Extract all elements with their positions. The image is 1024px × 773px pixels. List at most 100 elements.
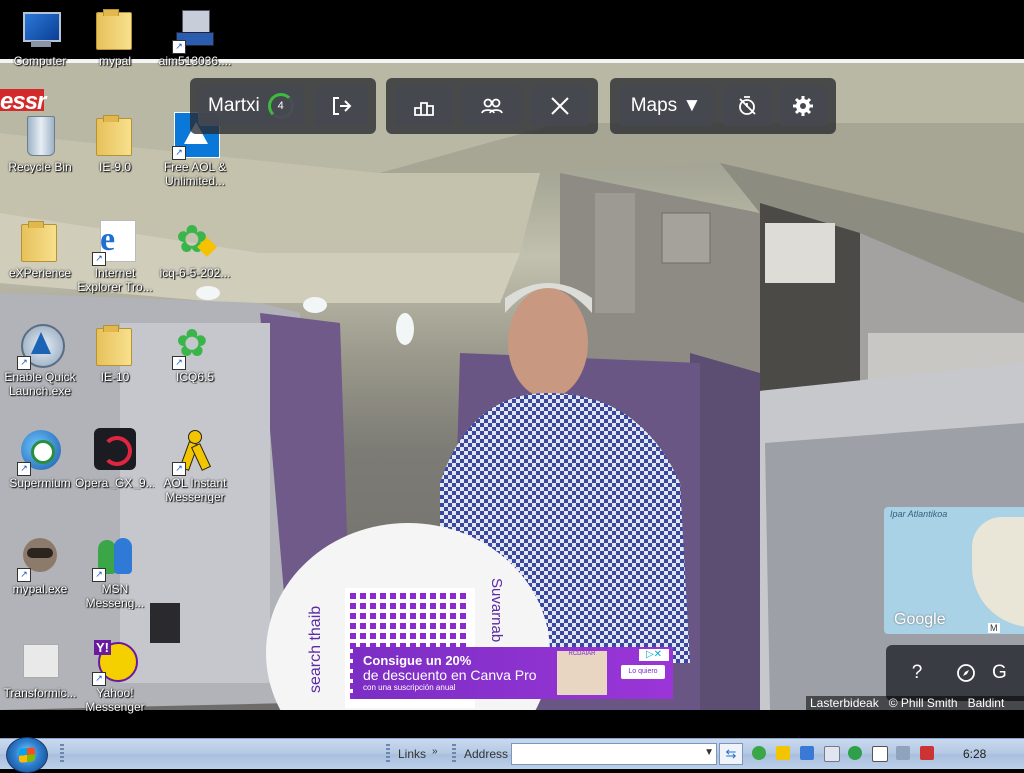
ad-brand: RCDAIAR [568, 651, 596, 657]
tray-security-icon[interactable] [848, 746, 862, 760]
guess-minimap[interactable]: Ipar Atlantikoa Google M [884, 507, 1024, 634]
guess-button[interactable]: G [992, 653, 1024, 693]
icon-label: IE-10 [100, 370, 130, 384]
icq-icon: ✿ ↗ [172, 322, 218, 370]
map-landmass [972, 517, 1024, 627]
desktop-icon-supermium[interactable]: ↗ Supermium [0, 428, 80, 490]
scene-sign-text-2: Suvarnab [488, 578, 505, 642]
icon-label: Internet Explorer Tro... [77, 266, 153, 294]
maps-dropdown[interactable]: Maps ▼ [618, 86, 714, 126]
icon-label: Opera_GX_9... [75, 476, 155, 490]
aim-icon: ↗ [172, 428, 218, 476]
desktop-icon-transformice[interactable]: Transformic... [0, 638, 80, 700]
recycle-bin-icon [17, 112, 63, 158]
desktop-icon-recycle-bin[interactable]: Recycle Bin [0, 112, 80, 174]
internet-explorer-icon: e ↗ [92, 218, 138, 266]
compass-button[interactable] [946, 653, 986, 693]
icon-label: Free AOL & Unlimited... [163, 160, 227, 188]
icon-label: Supermium [9, 476, 71, 490]
tray-document-icon[interactable] [824, 746, 840, 762]
tray-flag-icon[interactable] [872, 746, 888, 762]
ad-banner[interactable]: Consigue un 20% de descuento en Canva Pr… [353, 647, 673, 699]
battle-icon [551, 97, 569, 115]
player-profile-button[interactable]: Martxi 4 [198, 86, 304, 126]
timer-button[interactable] [722, 86, 772, 126]
desktop-icon-ie-trojan[interactable]: e ↗ Internet Explorer Tro... [75, 218, 155, 294]
clock[interactable]: 6:28 [963, 747, 986, 761]
links-grip[interactable] [386, 744, 390, 764]
attribution-place[interactable]: Lasterbideak [810, 696, 879, 710]
desktop-icon-aim[interactable]: ↗ AOL Instant Messenger [155, 428, 235, 504]
desktop-icon-mypal[interactable]: mypal [75, 6, 155, 68]
leaderboard-icon [414, 102, 434, 116]
settings-button[interactable] [778, 86, 828, 126]
scene-sign-text: search thaib [307, 606, 324, 693]
icon-label: Computer [13, 54, 67, 68]
player-toolbar: Martxi 4 [190, 78, 376, 134]
installer-icon: ↗ [172, 6, 218, 54]
address-grip[interactable] [452, 744, 456, 764]
taskbar-grip[interactable] [60, 744, 64, 764]
desktop-icon-mypal-exe[interactable]: ↗ mypal.exe [0, 534, 80, 596]
desktop-icon-aim-installer[interactable]: ↗ aim513036.... [155, 6, 235, 68]
map-keyboard-shortcuts[interactable]: M [988, 623, 1000, 633]
supermium-icon: ↗ [17, 428, 63, 476]
battle-button[interactable] [530, 86, 590, 126]
desktop-icon-quick-launch[interactable]: ↗ Enable Quick Launch.exe [0, 322, 80, 398]
exit-button[interactable] [314, 86, 368, 126]
tray-volume-icon[interactable] [920, 746, 934, 760]
player-name: Martxi [208, 95, 260, 116]
links-toolbar[interactable]: Links [398, 747, 426, 761]
go-button[interactable]: ⇆ [719, 743, 743, 765]
settings-icon [793, 96, 813, 116]
ad-cta-button[interactable]: Lo quiero [621, 665, 665, 679]
icon-label: aim513036.... [158, 54, 232, 68]
desktop-icon-ie9-folder[interactable]: IE-9.0 [75, 112, 155, 174]
folder-icon [92, 6, 138, 52]
ad-line-2: de descuento en Canva Pro [363, 667, 537, 683]
icon-label: Enable Quick Launch.exe [4, 370, 76, 398]
help-button[interactable]: ? [894, 653, 940, 693]
street-view-attribution: Lasterbideak © Phill Smith Baldint [806, 696, 1024, 710]
desktop-icon-msn[interactable]: ↗ MSN Messeng... [75, 534, 155, 610]
tray-msn-icon[interactable] [800, 746, 814, 760]
map-sea-label: Ipar Atlantikoa [890, 509, 948, 519]
multiplayer-icon [481, 98, 503, 114]
multiplayer-button[interactable] [462, 86, 522, 126]
attribution-credit: © Phill Smith [888, 696, 958, 710]
address-label: Address [464, 747, 509, 761]
desktop-icon-icq65[interactable]: ✿ ↗ ICQ6.5 [155, 322, 235, 384]
ad-line-3: con una suscripción anual [363, 683, 456, 692]
tray-aim-icon[interactable] [776, 746, 790, 760]
taskbar: Links » Address ▼ ⇆ 6:28 [0, 737, 1024, 773]
links-chevron-icon[interactable]: » [432, 746, 438, 757]
level-badge: 4 [267, 93, 294, 119]
desktop-icon-icq-installer[interactable]: ✿ icq-6-5-202... [155, 218, 235, 280]
desktop-icon-yahoo[interactable]: Y! ↗ Yahoo! Messenger [75, 638, 155, 714]
map-controls-panel: ? G [886, 645, 1024, 701]
ad-close-icon[interactable]: ▷✕ [639, 649, 669, 661]
desktop-icon-opera-gx[interactable]: Opera_GX_9... [75, 428, 155, 490]
transformice-icon [17, 638, 63, 684]
icon-label: mypal [98, 54, 131, 68]
address-dropdown-icon[interactable]: ▼ [704, 747, 714, 758]
partial-logo: essr [0, 88, 46, 115]
mode-toolbar [386, 78, 598, 134]
leaderboard-button[interactable] [394, 86, 454, 126]
tray-network-icon[interactable] [896, 746, 910, 760]
computer-icon [17, 6, 63, 52]
ad-image: RCDAIAR [557, 651, 607, 695]
desktop-icon-computer[interactable]: Computer [0, 6, 80, 68]
desktop-icon-experience[interactable]: eXPerience [0, 218, 80, 280]
icon-label: IE-9.0 [98, 160, 131, 174]
yahoo-messenger-icon: Y! ↗ [92, 638, 138, 686]
address-input[interactable]: ▼ [511, 743, 717, 765]
quick-launch-icon: ↗ [17, 322, 65, 370]
folder-icon [17, 218, 63, 264]
desktop-icon-ie10-folder[interactable]: IE-10 [75, 322, 155, 384]
msn-messenger-icon: ↗ [92, 534, 138, 582]
icon-label: ICQ6.5 [175, 370, 214, 384]
icon-label: Yahoo! Messenger [85, 686, 145, 714]
tray-icq-icon[interactable] [752, 746, 766, 760]
settings-toolbar: Maps ▼ [610, 78, 836, 134]
